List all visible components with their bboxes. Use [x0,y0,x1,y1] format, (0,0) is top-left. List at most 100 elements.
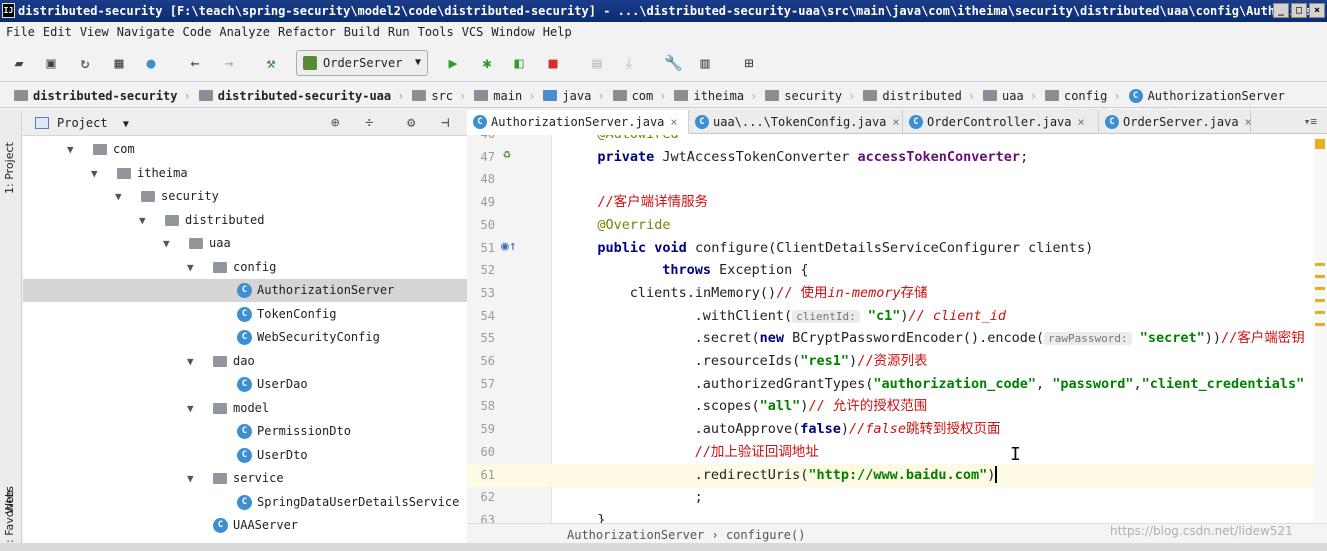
breadcrumb-item[interactable]: itheima › [670,89,761,103]
tree-folder-item[interactable]: ▼ com [23,138,467,161]
code-line[interactable]: 59 .autoApprove(false)//false跳转到授权页面 [467,418,1327,441]
locate-icon[interactable]: ⊕ [331,110,339,136]
close-icon[interactable]: × [670,115,677,129]
warning-marker[interactable] [1315,299,1325,302]
breadcrumb-item[interactable]: distributed-security-uaa › [195,89,409,103]
menu-item-tools[interactable]: Tools [416,22,460,42]
tree-class-item[interactable]: C SpringDataUserDetailsService [23,491,467,514]
tree-folder-item[interactable]: ▼ config [23,256,467,279]
save-icon[interactable]: ▣ [42,54,60,72]
code-line[interactable]: 46 @Autowired [467,135,1327,146]
minimize-button[interactable]: _ [1273,3,1289,18]
code-line[interactable]: 57 .authorizedGrantTypes("authorization_c… [467,373,1327,396]
spring-bean-icon[interactable]: ♻ [503,147,511,162]
menu-item-refactor[interactable]: Refactor [276,22,342,42]
code-line[interactable]: 48 [467,168,1327,191]
breadcrumb-item[interactable]: config › [1041,89,1125,103]
close-button[interactable]: × [1309,3,1325,18]
chevron-down-icon[interactable]: ▼ [187,467,194,490]
tree-class-item[interactable]: C WebSecurityConfig [23,326,467,349]
tree-folder-item[interactable]: ▼ security [23,185,467,208]
warning-marker[interactable] [1315,275,1325,278]
menu-item-vcs[interactable]: VCS [460,22,490,42]
close-icon[interactable]: × [1245,115,1252,129]
tree-class-item[interactable]: C AuthorizationServer [23,279,467,302]
breadcrumb-item[interactable]: C AuthorizationServer [1125,88,1289,103]
breadcrumb-item[interactable]: com › [609,89,671,103]
project-structure-icon[interactable]: ▦ [110,54,128,72]
warning-marker[interactable] [1315,287,1325,290]
class-icon[interactable]: ● [142,54,160,72]
warning-marker[interactable] [1315,263,1325,266]
editor-tab[interactable]: Cuaa\...\TokenConfig.java × [689,110,903,134]
download-icon[interactable]: ⤓ [620,54,638,72]
open-folder-icon[interactable]: ▰ [10,54,28,72]
code-line[interactable]: 58 .scopes("all")// 允许的授权范围 [467,395,1327,418]
chevron-down-icon[interactable]: ▼ [187,397,194,420]
build-hammer-icon[interactable]: ⚒ [262,54,280,72]
sync-icon[interactable]: ↻ [76,54,94,72]
collapse-all-icon[interactable]: ÷ [365,110,373,136]
code-line[interactable]: 61 .redirectUris("http://www.baidu.com") [467,463,1327,487]
menu-item-analyze[interactable]: Analyze [217,22,276,42]
breadcrumb-item[interactable]: java › [539,89,608,103]
menu-item-navigate[interactable]: Navigate [115,22,181,42]
breadcrumb-item[interactable]: distributed › [859,89,979,103]
back-arrow-icon[interactable]: ← [186,54,204,72]
project-tool-tab[interactable]: 1: Project [3,142,16,194]
code-line[interactable]: 51 public void configure(ClientDetailsSer… [467,237,1327,260]
menu-item-build[interactable]: Build [342,22,386,42]
chevron-down-icon[interactable]: ▼ [67,138,74,161]
maximize-button[interactable]: □ [1291,3,1307,18]
menu-item-view[interactable]: View [78,22,115,42]
tree-folder-item[interactable]: ▼ itheima [23,162,467,185]
tree-class-item[interactable]: C TokenConfig [23,303,467,326]
breadcrumb-item[interactable]: security › [761,89,859,103]
tree-folder-item[interactable]: ▼ distributed [23,209,467,232]
code-line[interactable]: 49 //客户端详情服务 [467,191,1327,214]
breadcrumb-item[interactable]: distributed-security › [10,89,195,103]
tree-folder-item[interactable]: ▼ uaa [23,232,467,255]
close-icon[interactable]: × [892,115,899,129]
tree-class-item[interactable]: C UAAServer [23,514,467,537]
editor-tab[interactable]: C AuthorizationServer.java × [467,110,689,134]
settings-wrench-icon[interactable]: 🔧 [664,54,683,72]
chevron-down-icon[interactable]: ▼ [123,119,129,130]
warning-marker[interactable] [1315,311,1325,314]
menu-item-run[interactable]: Run [386,22,416,42]
editor-tab[interactable]: C OrderServer.java × [1099,110,1252,134]
editor-tab[interactable]: C OrderController.java × [903,110,1099,134]
code-line[interactable]: 53 clients.inMemory()// 使用in-memory存储 [467,282,1327,305]
code-area[interactable]: 46 @Autowired 47 private JwtAccessTokenConv… [467,135,1327,525]
code-line[interactable]: 47 private JwtAccessTokenConverter access… [467,146,1327,169]
tree-class-item[interactable]: C UserDao [23,373,467,396]
menu-item-file[interactable]: File [4,22,41,42]
code-line[interactable]: 62; [467,486,1327,509]
warning-marker[interactable] [1315,139,1325,149]
menu-item-code[interactable]: Code [181,22,218,42]
breadcrumb-item[interactable]: main › [470,89,539,103]
chevron-down-icon[interactable]: ▼ [163,232,170,255]
breadcrumb-item[interactable]: uaa › [979,89,1041,103]
chevron-down-icon[interactable]: ▼ [187,350,194,373]
breadcrumb-item[interactable]: src › [408,89,470,103]
update-icon[interactable]: ▤ [588,54,606,72]
project-panel-title[interactable]: Project [57,116,108,130]
tree-class-item[interactable]: C PermissionDto [23,420,467,443]
tabs-menu-icon[interactable]: ▾≡ [1304,110,1317,134]
tree-folder-item[interactable]: ▼ dao [23,350,467,373]
code-line[interactable]: 60 //加上验证回调地址 [467,441,1327,464]
structure-icon[interactable]: ▥ [696,54,714,72]
chevron-down-icon[interactable]: ▼ [115,185,122,208]
tree-class-item[interactable]: C UserDto [23,444,467,467]
coverage-icon[interactable]: ◧ [510,54,528,72]
chevron-down-icon[interactable]: ▼ [139,209,146,232]
run-icon[interactable]: ▶ [444,54,462,72]
close-icon[interactable]: × [1078,115,1085,129]
tree-folder-item[interactable]: ▼ service [23,467,467,490]
chevron-down-icon[interactable]: ▼ [91,162,98,185]
code-line[interactable]: 56 .resourceIds("res1")//资源列表 [467,350,1327,373]
hide-panel-icon[interactable]: ⊣ [441,110,449,136]
run-configuration-select[interactable]: OrderServer ▼ [296,50,428,76]
stop-icon[interactable]: ■ [544,54,562,72]
